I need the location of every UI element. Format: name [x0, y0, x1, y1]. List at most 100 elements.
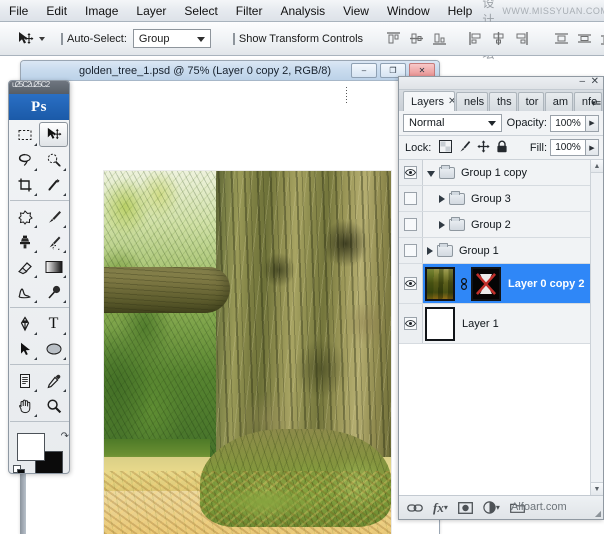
default-colors-icon[interactable]: [13, 465, 26, 473]
opacity-stepper[interactable]: ▶: [586, 114, 599, 132]
layer-row-body[interactable]: Group 1: [423, 238, 603, 263]
opacity-input[interactable]: 100%: [550, 114, 586, 132]
menu-item-help[interactable]: Help: [439, 2, 482, 20]
blur-tool[interactable]: [10, 279, 39, 304]
distribute-vertical-centers-icon[interactable]: [574, 29, 594, 49]
layer-row-layer-1[interactable]: Layer 1: [399, 304, 603, 344]
menu-item-filter[interactable]: Filter: [227, 2, 272, 20]
tab-history[interactable]: tor: [517, 92, 544, 111]
align-bottom-edges-icon[interactable]: [429, 29, 449, 49]
crop-tool[interactable]: [10, 172, 39, 197]
foreground-color-swatch[interactable]: [17, 433, 45, 461]
align-right-edges-icon[interactable]: [511, 29, 531, 49]
eyedropper-tool[interactable]: [39, 368, 68, 393]
layer-row-layer-0-copy-2[interactable]: Layer 0 copy 2: [399, 264, 603, 304]
layer-row-body[interactable]: Layer 0 copy 2: [423, 264, 603, 303]
menu-item-view[interactable]: View: [334, 2, 378, 20]
document-title-bar[interactable]: golden_tree_1.psd @ 75% (Layer 0 copy 2,…: [21, 61, 439, 81]
add-layer-mask-button[interactable]: [457, 501, 473, 514]
layer-mask-thumbnail[interactable]: [471, 266, 501, 301]
close-icon[interactable]: ✕: [448, 96, 454, 107]
new-adjustment-layer-button[interactable]: ▾: [483, 501, 500, 514]
slice-tool[interactable]: [39, 172, 68, 197]
panel-title-bar[interactable]: – ✕: [399, 76, 603, 90]
tool-preset-chevron-icon[interactable]: [39, 36, 45, 41]
layer-list-scrollbar[interactable]: ▲ ▼: [590, 160, 603, 495]
rectangular-marquee-tool[interactable]: [10, 122, 39, 147]
show-transform-controls-checkbox[interactable]: [232, 32, 235, 45]
menu-item-image[interactable]: Image: [76, 2, 127, 20]
swap-colors-icon[interactable]: ↷: [61, 431, 69, 442]
healing-brush-tool[interactable]: [10, 204, 39, 229]
layer-row-group-3[interactable]: Group 3: [399, 186, 603, 212]
layer-row-body[interactable]: Group 2: [423, 212, 603, 237]
layer-visibility-toggle[interactable]: [399, 264, 423, 303]
fill-stepper[interactable]: ▶: [586, 139, 599, 156]
tab-channels[interactable]: nels: [455, 92, 488, 111]
lock-image-pixels-icon[interactable]: [458, 140, 471, 156]
layer-row-group-1-copy[interactable]: Group 1 copy: [399, 160, 603, 186]
menu-item-analysis[interactable]: Analysis: [271, 2, 334, 20]
fill-input[interactable]: 100%: [550, 139, 586, 156]
history-brush-tool[interactable]: [39, 229, 68, 254]
layer-row-group-2[interactable]: Group 2: [399, 212, 603, 238]
minimize-button[interactable]: –: [351, 63, 377, 78]
panel-minimize-button[interactable]: –: [579, 76, 585, 87]
brush-tool[interactable]: [39, 204, 68, 229]
blend-mode-dropdown[interactable]: Normal: [403, 114, 502, 132]
layer-visibility-toggle[interactable]: [399, 160, 423, 185]
clone-stamp-tool[interactable]: [10, 229, 39, 254]
tab-layers[interactable]: Layers ✕: [403, 91, 455, 111]
notes-tool[interactable]: [10, 368, 39, 393]
align-top-edges-icon[interactable]: [383, 29, 403, 49]
layer-thumbnail[interactable]: [425, 266, 455, 301]
type-tool[interactable]: T: [39, 311, 68, 336]
quick-selection-tool[interactable]: [39, 147, 68, 172]
move-tool[interactable]: [39, 122, 68, 147]
layer-row-body[interactable]: Group 3: [423, 186, 603, 211]
panel-resize-handle[interactable]: ◢: [595, 509, 601, 518]
link-layers-button[interactable]: [407, 503, 423, 513]
dodge-tool[interactable]: [39, 279, 68, 304]
distribute-top-edges-icon[interactable]: [551, 29, 571, 49]
lasso-tool[interactable]: [10, 147, 39, 172]
add-layer-style-button[interactable]: fx ▾: [433, 500, 448, 516]
path-selection-tool[interactable]: [10, 336, 39, 361]
current-tool-icon[interactable]: [16, 27, 34, 51]
lock-position-icon[interactable]: [477, 139, 490, 156]
layer-visibility-toggle[interactable]: [399, 186, 423, 211]
menu-item-edit[interactable]: Edit: [37, 2, 76, 20]
toolbox-collapse-handle[interactable]: [9, 81, 69, 94]
layer-visibility-toggle[interactable]: [399, 238, 423, 263]
menu-item-window[interactable]: Window: [378, 2, 439, 20]
hand-tool[interactable]: [10, 393, 39, 418]
lock-transparent-pixels-icon[interactable]: [439, 139, 453, 156]
menu-item-file[interactable]: File: [0, 2, 37, 20]
panel-menu-icon[interactable]: ▾≡: [591, 98, 601, 109]
chevron-down-icon[interactable]: [427, 171, 435, 177]
eraser-tool[interactable]: [10, 254, 39, 279]
chevron-right-icon[interactable]: [427, 246, 433, 255]
auto-select-checkbox[interactable]: [61, 32, 63, 45]
chevron-right-icon[interactable]: [439, 220, 445, 229]
align-horizontal-centers-icon[interactable]: [488, 29, 508, 49]
menu-item-select[interactable]: Select: [175, 2, 226, 20]
zoom-tool[interactable]: [39, 393, 68, 418]
distribute-bottom-edges-icon[interactable]: [597, 29, 604, 49]
align-vertical-centers-icon[interactable]: [406, 29, 426, 49]
layer-visibility-toggle[interactable]: [399, 304, 423, 343]
tab-paths[interactable]: ths: [488, 92, 517, 111]
panel-close-button[interactable]: ✕: [591, 76, 599, 87]
canvas-artwork[interactable]: [104, 171, 391, 534]
pen-tool[interactable]: [10, 311, 39, 336]
menu-item-layer[interactable]: Layer: [127, 2, 175, 20]
ellipse-shape-tool[interactable]: [39, 336, 68, 361]
align-left-edges-icon[interactable]: [465, 29, 485, 49]
tab-histogram[interactable]: am: [544, 92, 573, 111]
layer-row-group-1[interactable]: Group 1: [399, 238, 603, 264]
link-icon[interactable]: [459, 277, 469, 290]
chevron-right-icon[interactable]: [439, 194, 445, 203]
lock-all-icon[interactable]: [496, 140, 508, 156]
layer-visibility-toggle[interactable]: [399, 212, 423, 237]
scroll-down-arrow-icon[interactable]: ▼: [591, 482, 603, 495]
